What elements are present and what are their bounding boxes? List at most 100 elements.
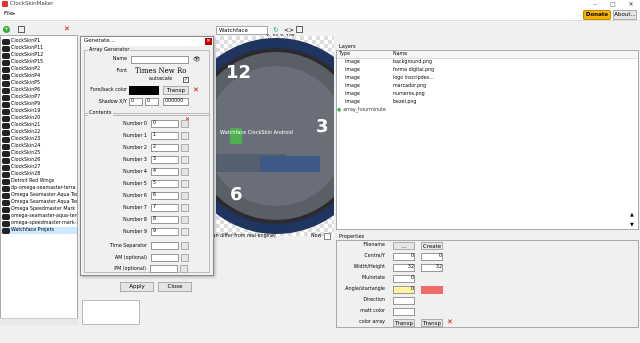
height-field[interactable]: 32 [421,264,443,272]
list-item[interactable]: ClockSkin24 [1,143,77,150]
list-item[interactable]: ClockSkin19 [1,108,77,115]
list-item[interactable]: ClockSkin25 [1,150,77,157]
apply-button[interactable]: Apply [120,282,154,292]
mulrotate-field[interactable]: 0 [393,275,415,283]
number-pick-button[interactable] [181,156,189,164]
list-item[interactable]: omega-seamaster-aqua-terr [1,213,77,220]
number-field[interactable]: 2 [151,144,179,152]
number-field[interactable]: 4 [151,168,179,176]
list-item[interactable]: dp-omega-seamaster-terra [1,185,77,192]
close-button[interactable]: Close [158,282,192,292]
list-item[interactable]: ClockSkinP5 [1,80,77,87]
list-item[interactable]: ClockSkin27 [1,164,77,171]
list-item[interactable]: ClockSkinP6 [1,87,77,94]
fore-color-swatch[interactable] [129,86,159,95]
number-pick-button[interactable] [181,216,189,224]
add-icon[interactable]: + [3,26,10,33]
number-pick-button[interactable] [181,120,189,128]
width-field[interactable]: 32 [393,264,415,272]
chevron-down-icon[interactable]: ▾ [13,11,15,16]
now-checkbox[interactable] [324,233,331,240]
list-item[interactable]: Detroit Red Wings [1,178,77,185]
close-icon[interactable]: ✕ [622,0,640,9]
create-button[interactable]: Create [421,242,443,250]
list-item[interactable]: ClockSkin28 [1,171,77,178]
matt-color-field[interactable] [393,308,415,316]
number-field[interactable]: 0 [151,120,179,128]
minimize-icon[interactable]: – [586,0,604,9]
number-pick-button[interactable] [181,180,189,188]
refresh-icon[interactable]: ↻ [273,26,279,34]
list-item[interactable]: ClockSkinP7 [1,94,77,101]
time-separator-field[interactable] [151,242,179,250]
number-field[interactable]: 1 [151,132,179,140]
list-item[interactable]: ClockSkinP2 [1,66,77,73]
layer-row[interactable]: image marcador.png [337,83,638,91]
number-pick-button[interactable] [181,168,189,176]
centre-y[interactable]: 0 [421,253,443,261]
autoscale-checkbox[interactable]: ✓ [183,77,189,83]
pm-pick[interactable] [180,265,188,273]
about-button[interactable]: About... [613,10,637,20]
shadow-x[interactable]: 0 [129,98,143,106]
scroll-down-icon[interactable]: ▼ [630,222,634,228]
list-item[interactable]: ClockSkin26 [1,157,77,164]
list-item[interactable]: Omega Speedmaster Mark I [1,206,77,213]
list-item[interactable]: omega-speedmaster-mark-2 [1,220,77,227]
number-pick-button[interactable] [181,144,189,152]
number-field[interactable]: 7 [151,204,179,212]
list-item[interactable]: ClockSkin23 [1,136,77,143]
transp-button[interactable]: Transp [163,86,189,95]
maximize-icon[interactable]: □ [604,0,622,9]
layer-row[interactable]: image numeros.png [337,91,638,99]
list-item[interactable]: ClockSkinP12 [1,52,77,59]
number-pick-button[interactable] [181,228,189,236]
shadow-color[interactable]: 000000 [163,98,189,106]
eye-icon[interactable]: 👁 [193,56,201,63]
direction-select[interactable] [393,297,415,305]
angle-field[interactable]: 0 [393,286,415,294]
list-item[interactable]: Omega Seamaster Aqua Terra [1,199,77,206]
donate-button[interactable]: Donate [583,10,611,20]
name-field[interactable] [131,56,189,64]
folder-icon[interactable] [18,26,25,33]
layer-row[interactable]: ● array_hourminute [337,107,638,115]
list-item[interactable]: ClockSkinP9 [1,101,77,108]
time-separator-pick[interactable] [181,242,189,250]
list-item[interactable]: ClockSkin22 [1,129,77,136]
close-icon[interactable]: ✕ [205,38,212,45]
number-field[interactable]: 9 [151,228,179,236]
delete-icon[interactable]: ✕ [64,25,72,33]
clear-icon[interactable]: ✕ [193,86,199,94]
layer-row[interactable]: image logo inscripdes... [337,75,638,83]
number-pick-button[interactable] [181,192,189,200]
transp-button-2[interactable]: Transp [421,319,443,327]
list-item[interactable]: ClockSkin20 [1,115,77,122]
list-item[interactable]: ClockSkinP4 [1,73,77,80]
number-pick-button[interactable] [181,204,189,212]
code-icon[interactable]: <> [284,27,294,34]
list-item[interactable]: ClockSkinP11 [1,45,77,52]
project-tab[interactable]: Watchface Projets [216,26,268,42]
number-field[interactable]: 3 [151,156,179,164]
startangle-field[interactable] [421,286,443,294]
number-field[interactable]: 5 [151,180,179,188]
menu-file[interactable]: File [4,11,13,17]
watch-canvas[interactable]: 12 3 6 Watchface ClockSkin Android [216,36,334,236]
layer-row[interactable]: image forma digital.png [337,67,638,75]
scroll-up-icon[interactable]: ▲ [630,212,634,218]
number-field[interactable]: 8 [151,216,179,224]
transp-button-1[interactable]: Transp [393,319,415,327]
browse-button[interactable]: ... [393,242,415,250]
number-pick-button[interactable] [181,132,189,140]
layer-row[interactable]: image background.png [337,59,638,67]
list-item[interactable]: Omega Seamaster Aqua Terra [1,192,77,199]
am-pick[interactable] [181,254,189,262]
centre-x[interactable]: 0 [393,253,415,261]
list-item[interactable]: ClockSkin21 [1,122,77,129]
clear-icon[interactable]: ✕ [447,318,453,326]
list-item[interactable]: Watchface Projets [1,227,77,234]
list-item[interactable]: ClockSkinP15 [1,59,77,66]
export-icon[interactable] [296,26,303,33]
shadow-y[interactable]: 0 [145,98,159,106]
